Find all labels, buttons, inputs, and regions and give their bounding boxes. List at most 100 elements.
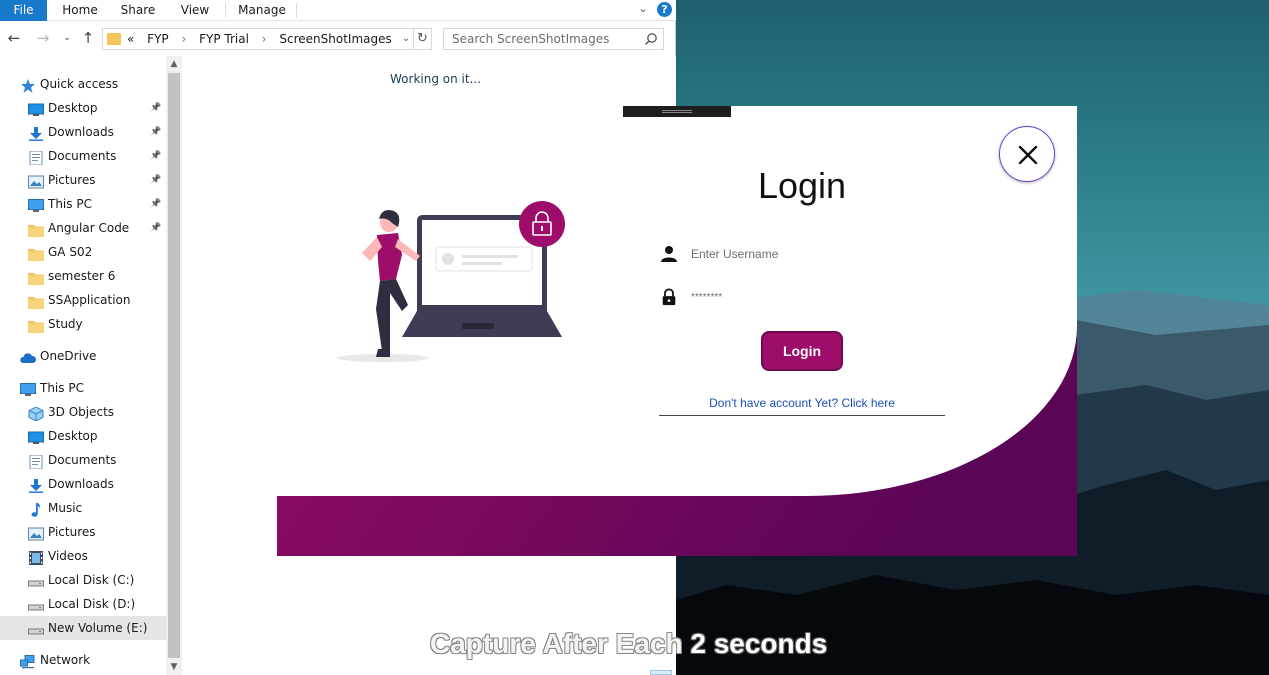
refresh-icon[interactable]: ↻ — [414, 28, 432, 50]
sidebar-item-label: Network — [40, 653, 91, 667]
breadcrumb-separator-icon: › — [181, 32, 187, 46]
sidebar-item-this-pc[interactable]: This PC 📌 — [0, 192, 166, 216]
drive-icon — [28, 573, 44, 587]
tab-share[interactable]: Share — [115, 0, 161, 21]
sidebar-item-pictures[interactable]: Pictures — [0, 520, 166, 544]
sidebar-item-angular-code[interactable]: Angular Code 📌 — [0, 216, 166, 240]
sidebar-item-desktop[interactable]: Desktop — [0, 424, 166, 448]
sidebar-item-downloads[interactable]: Downloads 📌 — [0, 120, 166, 144]
sidebar-item-label: Quick access — [40, 77, 119, 91]
sidebar-item-ssapplication[interactable]: SSApplication — [0, 288, 166, 312]
back-arrow-icon[interactable]: ← — [5, 29, 23, 47]
close-button[interactable] — [999, 126, 1055, 182]
expand-ribbon-chevron-icon[interactable]: ⌄ — [636, 2, 650, 16]
close-icon — [1018, 145, 1038, 165]
sidebar-item-music[interactable]: Music — [0, 496, 166, 520]
documents-icon — [28, 149, 44, 166]
login-dialog: Login Enter Username ******** Login Don'… — [277, 106, 1077, 556]
scrollbar-thumb[interactable] — [168, 73, 180, 658]
address-bar[interactable]: « FYP › FYP Trial › ScreenShotImages ⌄ — [102, 28, 414, 50]
login-title: Login — [757, 165, 847, 206]
breadcrumb-fyp-trial[interactable]: FYP Trial — [199, 32, 249, 46]
desktop-folder-icon — [28, 101, 44, 116]
sidebar-item-network[interactable]: Network — [0, 648, 166, 672]
pin-icon: 📌 — [150, 103, 162, 113]
sidebar-item-pictures[interactable]: Pictures 📌 — [0, 168, 166, 192]
tab-home[interactable]: Home — [57, 0, 103, 21]
sidebar-item-documents[interactable]: Documents 📌 — [0, 144, 166, 168]
folder-icon — [28, 293, 44, 309]
sidebar-item-local-disk-c[interactable]: Local Disk (C:) — [0, 568, 166, 592]
search-input[interactable]: Search ScreenShotImages — [443, 28, 664, 50]
navigation-pane-scrollbar[interactable]: ▲ ▼ — [166, 56, 182, 675]
download-arrow-icon — [28, 477, 44, 493]
scroll-down-arrow-icon[interactable]: ▼ — [166, 659, 182, 675]
tab-manage[interactable]: Manage — [233, 0, 291, 21]
sidebar-item-label: Pictures — [48, 525, 96, 539]
ribbon-divider — [225, 3, 226, 18]
sidebar-item-label: Videos — [48, 549, 88, 563]
tab-view[interactable]: View — [172, 0, 218, 21]
sidebar-item-3d-objects[interactable]: 3D Objects — [0, 400, 166, 424]
pictures-icon — [28, 173, 44, 189]
sidebar-item-label: This PC — [48, 197, 92, 211]
monitor-icon — [28, 197, 44, 212]
scroll-up-arrow-icon[interactable]: ▲ — [166, 56, 182, 72]
sidebar-item-this-pc[interactable]: This PC — [0, 376, 166, 400]
sidebar-item-documents[interactable]: Documents — [0, 448, 166, 472]
user-icon — [661, 246, 677, 262]
sidebar-item-desktop[interactable]: Desktop 📌 — [0, 96, 166, 120]
capture-caption: Capture After Each 2 seconds — [430, 628, 827, 660]
sidebar-item-label: Desktop — [48, 429, 98, 443]
forward-arrow-icon[interactable]: → — [34, 29, 52, 47]
signup-link[interactable]: Don't have account Yet? Click here — [659, 393, 945, 416]
sidebar-item-label: GA S02 — [48, 245, 93, 259]
breadcrumb: « FYP › FYP Trial › ScreenShotImages — [127, 29, 401, 49]
sidebar-item-label: Study — [48, 317, 83, 331]
sidebar-item-label: Angular Code — [48, 221, 130, 235]
desktop-folder-icon — [28, 429, 44, 444]
pin-icon: 📌 — [150, 127, 162, 137]
sidebar-item-study[interactable]: Study — [0, 312, 166, 336]
sidebar-item-label: Downloads — [48, 125, 114, 139]
sidebar-item-label: Music — [48, 501, 83, 515]
sidebar-item-semester-6[interactable]: semester 6 — [0, 264, 166, 288]
breadcrumb-overflow[interactable]: « — [127, 32, 134, 46]
sidebar-item-label: Desktop — [48, 101, 98, 115]
download-arrow-icon — [28, 125, 44, 141]
pictures-icon — [28, 525, 44, 541]
drive-icon — [28, 597, 44, 611]
sidebar-item-quick-access[interactable]: Quick access — [0, 72, 166, 96]
pin-icon: 📌 — [150, 223, 162, 233]
breadcrumb-fyp[interactable]: FYP — [147, 32, 168, 46]
sidebar-item-onedrive[interactable]: OneDrive — [0, 344, 166, 368]
up-arrow-icon[interactable]: ↑ — [79, 29, 97, 47]
sidebar-item-label: Documents — [48, 149, 117, 163]
login-illustration — [337, 201, 565, 362]
drive-icon — [28, 621, 44, 635]
address-dropdown-chevron-icon[interactable]: ⌄ — [399, 29, 413, 49]
username-input[interactable]: Enter Username — [691, 244, 891, 264]
password-input[interactable]: ******** — [691, 288, 891, 308]
sidebar-item-local-disk-d[interactable]: Local Disk (D:) — [0, 592, 166, 616]
tab-file[interactable]: File — [0, 0, 47, 21]
sidebar-item-downloads[interactable]: Downloads — [0, 472, 166, 496]
ribbon-divider — [296, 3, 297, 18]
login-button[interactable]: Login — [761, 331, 843, 371]
recent-locations-chevron-icon[interactable]: ⌄ — [58, 29, 76, 47]
sidebar-item-new-volume-e[interactable]: New Volume (E:) — [0, 616, 166, 640]
address-bar-row: ← → ⌄ ↑ « FYP › FYP Trial › ScreenShotIm… — [0, 22, 676, 56]
breadcrumb-separator-icon: › — [261, 32, 267, 46]
breadcrumb-screenshotimages[interactable]: ScreenShotImages — [279, 32, 391, 46]
sidebar-item-label: SSApplication — [48, 293, 131, 307]
sidebar-item-videos[interactable]: Videos — [0, 544, 166, 568]
search-placeholder: Search ScreenShotImages — [452, 32, 610, 46]
search-icon — [644, 33, 657, 46]
folder-icon — [28, 317, 44, 333]
caption-bold-text: 2 seconds — [690, 628, 828, 659]
help-icon[interactable]: ? — [657, 2, 672, 17]
drag-handle[interactable] — [623, 106, 731, 117]
sidebar-item-ga-s02[interactable]: GA S02 — [0, 240, 166, 264]
documents-icon — [28, 453, 44, 470]
network-icon — [20, 653, 36, 669]
